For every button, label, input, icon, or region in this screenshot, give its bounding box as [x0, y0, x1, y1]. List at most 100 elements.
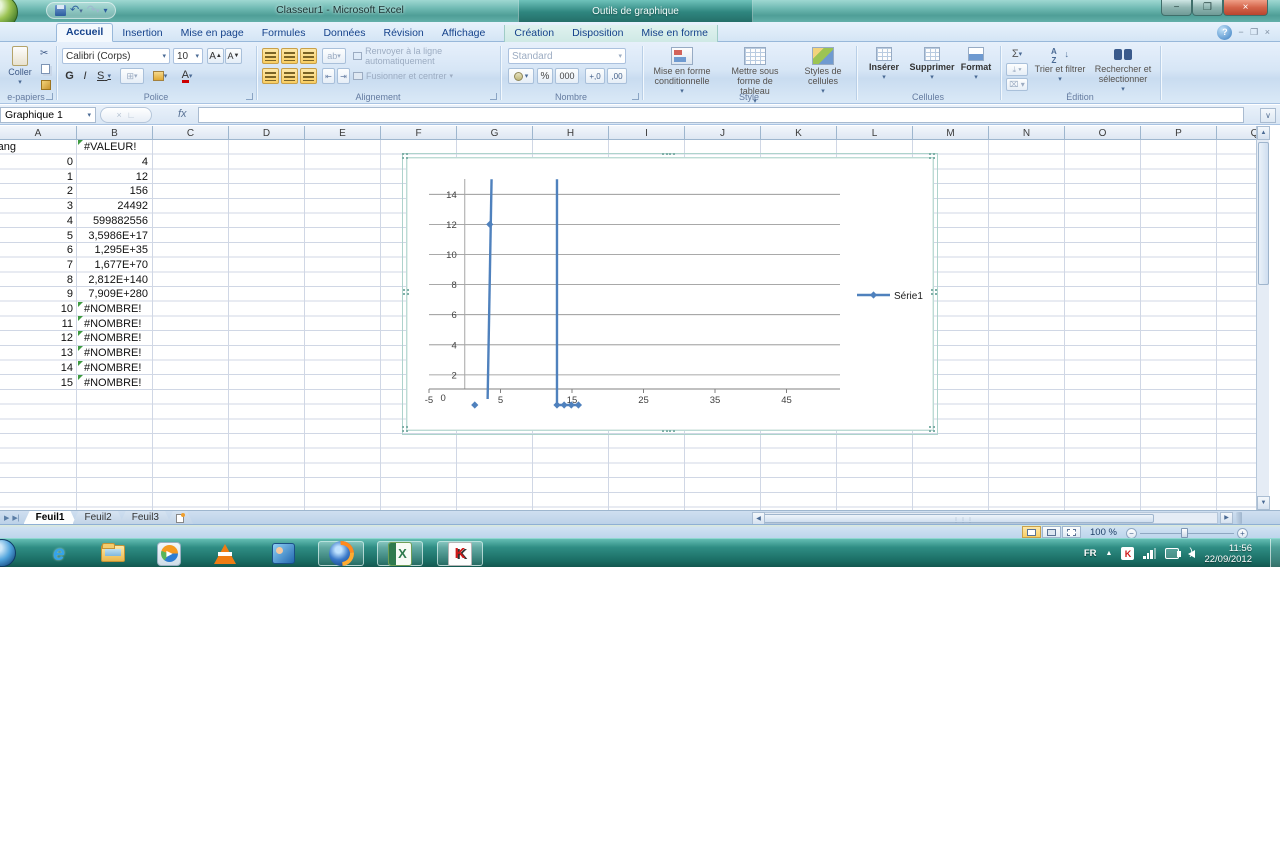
shrink-font-button[interactable]: A ▼ [225, 48, 242, 64]
column-header-B[interactable]: B [77, 126, 153, 139]
qat-customize-button[interactable]: ▾ [103, 6, 107, 15]
accounting-format-button[interactable]: ▾ [508, 68, 534, 84]
zoom-slider[interactable]: − + [1126, 527, 1248, 539]
cell-styles-button[interactable]: Styles de cellules ▾ [794, 47, 852, 95]
column-header-I[interactable]: I [609, 126, 685, 139]
cell-B10[interactable]: 2,812E+140 [77, 272, 153, 287]
format-cells-button[interactable]: Format ▾ [956, 47, 996, 81]
windows-explorer-icon[interactable] [96, 541, 130, 566]
undo-button[interactable]: ↶▾ [70, 5, 83, 16]
cell-B15[interactable]: #NOMBRE! [77, 346, 153, 361]
column-header-N[interactable]: N [989, 126, 1065, 139]
cell-A13[interactable]: 11 [0, 316, 77, 331]
tab-insertion[interactable]: Insertion [113, 25, 171, 42]
media-player-icon[interactable]: ▶ [152, 541, 186, 566]
cell-A3[interactable]: 1 [0, 169, 77, 184]
hidden-icons-button[interactable]: ▲ [1106, 550, 1113, 557]
column-header-C[interactable]: C [153, 126, 229, 139]
cut-icon[interactable]: ✂ [40, 48, 48, 59]
excel-taskbar-button[interactable]: X [377, 541, 423, 566]
align-bottom-button[interactable] [300, 48, 317, 64]
column-header-Q[interactable]: Q [1217, 126, 1256, 139]
align-center-button[interactable] [281, 68, 298, 84]
align-middle-button[interactable] [281, 48, 298, 64]
font-size-select[interactable]: 10 ▾ [173, 48, 203, 64]
page-layout-view-button[interactable] [1042, 526, 1061, 538]
increase-indent-button[interactable]: ⇥ [337, 68, 350, 84]
start-button[interactable] [0, 539, 16, 567]
name-box[interactable]: Graphique 1 ▾ [0, 107, 96, 123]
vlc-icon[interactable] [208, 541, 242, 566]
confirm-entry-icon[interactable]: ∟ [127, 110, 136, 120]
fill-button[interactable]: ⤓ ▾ [1006, 63, 1028, 76]
workbook-window-controls[interactable]: − ❐ × [1238, 27, 1272, 38]
column-header-M[interactable]: M [913, 126, 989, 139]
wrap-text-button[interactable]: Renvoyer à la ligne automatiquement [352, 46, 498, 66]
sort-filter-button[interactable]: AZ ↓ Trier et filtrer ▾ [1034, 47, 1086, 83]
horizontal-scrollbar-thumb[interactable]: ⋮⋮⋮ [762, 514, 1154, 524]
sheet-tab-feuil2[interactable]: Feuil2 [73, 511, 124, 524]
help-icon[interactable]: ? [1217, 25, 1233, 40]
zoom-slider-thumb[interactable] [1181, 528, 1188, 538]
cell-B9[interactable]: 1,677E+70 [77, 258, 153, 273]
tab-mise-en-page[interactable]: Mise en page [172, 25, 253, 42]
insert-function-button[interactable]: fx [178, 108, 187, 120]
cell-B2[interactable]: 4 [77, 155, 153, 170]
cell-B7[interactable]: 3,5986E+17 [77, 228, 153, 243]
cancel-entry-icon[interactable]: × [116, 110, 121, 120]
cell-A8[interactable]: 6 [0, 243, 77, 258]
name-box-dropdown-icon[interactable]: ▾ [87, 111, 91, 119]
merge-center-button[interactable]: Fusionner et centrer ▾ [352, 68, 498, 84]
kaspersky-taskbar-button[interactable]: K [437, 541, 483, 566]
orientation-button[interactable]: ab ▾ [322, 48, 346, 64]
column-header-E[interactable]: E [305, 126, 381, 139]
tab-disposition[interactable]: Disposition [563, 25, 632, 42]
cell-A11[interactable]: 9 [0, 287, 77, 302]
copy-icon[interactable] [41, 64, 50, 74]
sheet-tab-feuil1[interactable]: Feuil1 [24, 511, 77, 524]
cell-A12[interactable]: 10 [0, 302, 77, 317]
cell-A14[interactable]: 12 [0, 331, 77, 346]
cell-B17[interactable]: #NOMBRE! [77, 375, 153, 390]
underline-button[interactable]: S ▾ [93, 68, 115, 84]
tab-mise-en-forme[interactable]: Mise en forme [632, 25, 717, 42]
cell-A15[interactable]: 13 [0, 346, 77, 361]
insert-cells-button[interactable]: Insérer ▾ [862, 47, 906, 81]
cell-B3[interactable]: 12 [77, 169, 153, 184]
grow-font-button[interactable]: A ▲ [207, 48, 224, 64]
scroll-right-button[interactable]: ▶ [1220, 512, 1233, 524]
font-color-button[interactable]: A ▾ [175, 68, 199, 84]
column-header-D[interactable]: D [229, 126, 305, 139]
vertical-scrollbar[interactable]: ▲ ▼ [1256, 126, 1270, 510]
language-indicator[interactable]: FR [1084, 548, 1097, 559]
cell-A5[interactable]: 3 [0, 199, 77, 214]
conditional-formatting-button[interactable]: Mise en forme conditionnelle ▾ [648, 47, 716, 95]
column-header-J[interactable]: J [685, 126, 761, 139]
show-desktop-button[interactable] [1270, 539, 1280, 568]
column-header-L[interactable]: L [837, 126, 913, 139]
sheet-tab-feuil3[interactable]: Feuil3 [120, 511, 171, 524]
clear-button[interactable]: ⌧ ▾ [1006, 78, 1028, 91]
borders-button[interactable]: ⊞ ▾ [120, 68, 144, 84]
scroll-down-button[interactable]: ▼ [1257, 496, 1270, 510]
number-format-select[interactable]: Standard ▾ [508, 48, 626, 64]
align-left-button[interactable] [262, 68, 279, 84]
cell-B16[interactable]: #NOMBRE! [77, 361, 153, 376]
formula-bar-expand-button[interactable]: ∨ [1260, 108, 1276, 123]
kaspersky-tray-icon[interactable]: K [1121, 547, 1135, 560]
cell-A9[interactable]: 7 [0, 258, 77, 273]
decrease-indent-button[interactable]: ⇤ [322, 68, 335, 84]
clipboard-dialog-launcher[interactable] [46, 93, 53, 100]
vertical-scrollbar-thumb[interactable] [1258, 142, 1269, 285]
align-right-button[interactable] [300, 68, 317, 84]
tab-affichage[interactable]: Affichage [433, 25, 495, 42]
firefox-taskbar-button[interactable] [318, 541, 364, 566]
format-painter-icon[interactable] [41, 80, 51, 90]
column-header-K[interactable]: K [761, 126, 837, 139]
delete-cells-button[interactable]: Supprimer ▾ [908, 47, 956, 81]
close-button[interactable]: × [1223, 0, 1268, 16]
save-icon[interactable] [55, 5, 66, 16]
column-header-A[interactable]: A [0, 126, 77, 139]
tab-création[interactable]: Création [505, 25, 563, 42]
tab-révision[interactable]: Révision [374, 25, 432, 42]
